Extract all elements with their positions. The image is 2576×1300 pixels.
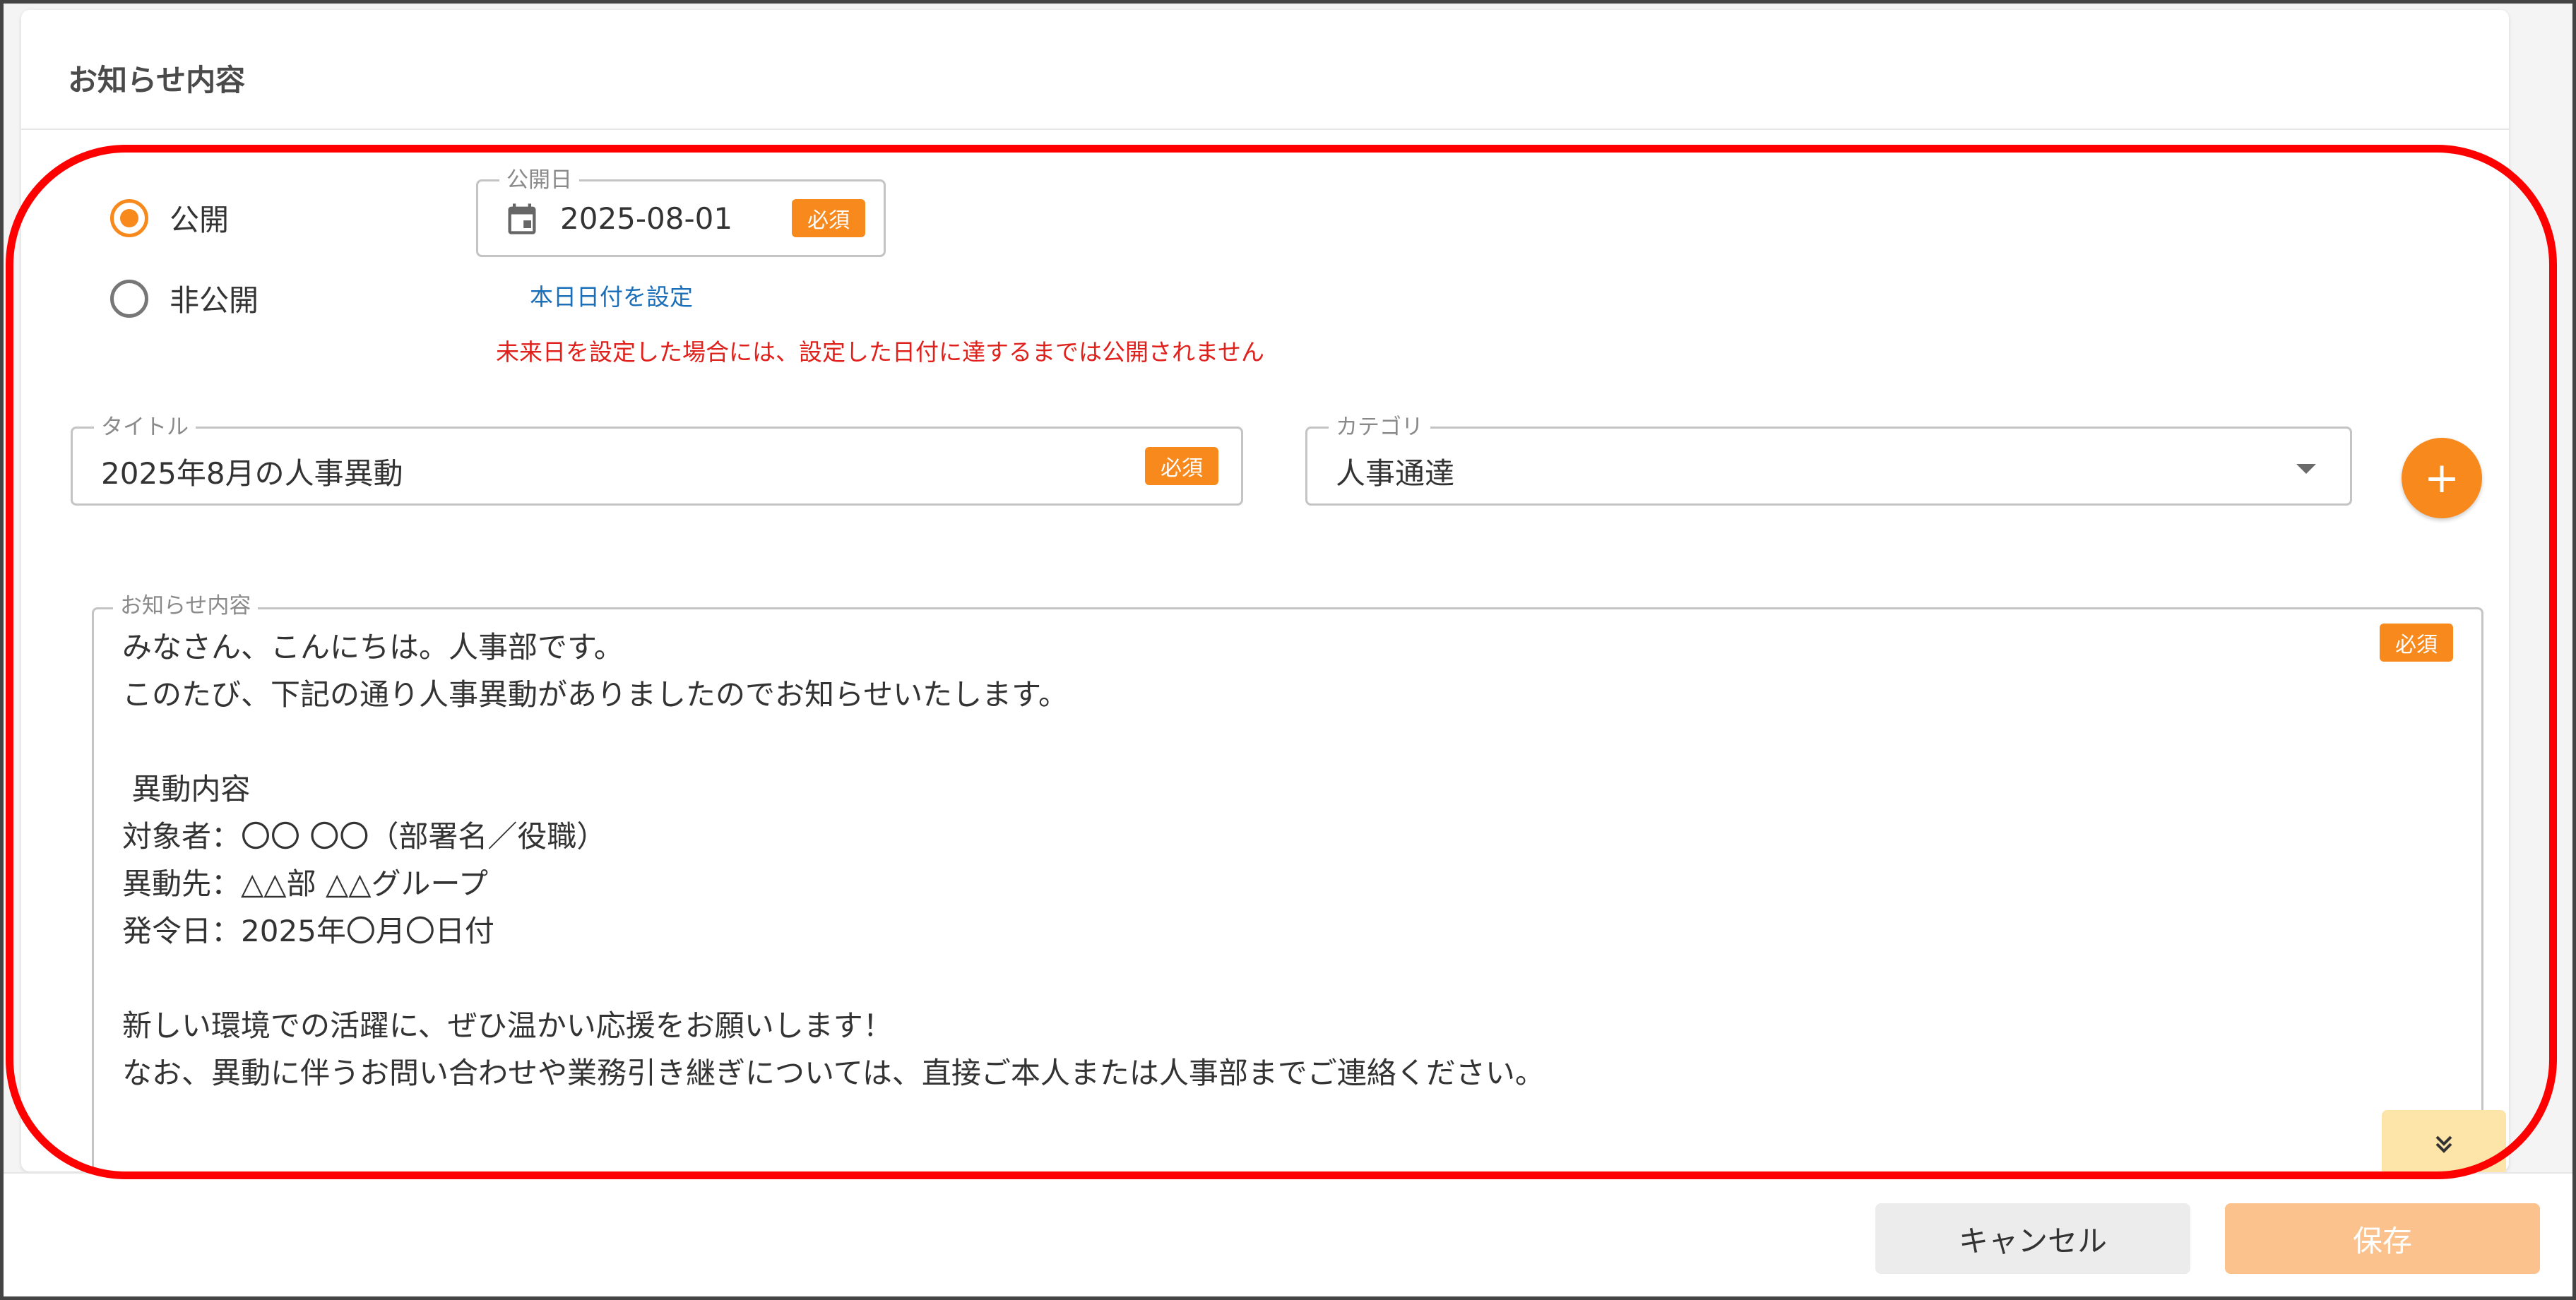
add-category-button[interactable]: + (2402, 438, 2482, 518)
publish-date-value: 2025-08-01 (560, 201, 733, 236)
content-textarea[interactable]: みなさん、こんにちは。人事部です。 このたび、下記の通り人事異動がありましたので… (92, 607, 2483, 1193)
content-label: お知らせ内容 (113, 593, 259, 619)
radio-private-label: 非公開 (170, 283, 259, 318)
radio-private[interactable]: 非公開 (110, 277, 259, 320)
title-field[interactable]: タイトル 2025年8月の人事異動 必須 (71, 415, 1243, 506)
category-value: 人事通達 (1336, 456, 1455, 491)
chevron-down-icon[interactable] (2296, 464, 2316, 474)
footer-bar: キャンセル 保存 (4, 1172, 2572, 1296)
title-input[interactable]: 2025年8月の人事異動 (101, 450, 403, 493)
calendar-icon[interactable] (504, 200, 540, 238)
category-select[interactable]: カテゴリ 人事通達 (1305, 415, 2352, 506)
future-date-warning: 未来日を設定した場合には、設定した日付に達するまでは公開されません (496, 338, 1265, 366)
radio-private-indicator[interactable] (110, 279, 148, 318)
required-badge: 必須 (792, 199, 865, 237)
notice-content-card: お知らせ内容 公開 非公開 公開日 2025-08-01 必須 本日日付を設定 … (21, 10, 2509, 1193)
expand-button[interactable] (2382, 1110, 2506, 1178)
publish-date-field[interactable]: 公開日 2025-08-01 必須 (476, 167, 886, 257)
required-badge: 必須 (1145, 447, 1218, 485)
title-label: タイトル (94, 415, 196, 440)
card-title: お知らせ内容 (68, 63, 246, 97)
radio-public-indicator[interactable] (110, 198, 148, 237)
set-today-link[interactable]: 本日日付を設定 (530, 278, 693, 312)
category-label: カテゴリ (1329, 415, 1430, 440)
required-badge: 必須 (2380, 624, 2453, 662)
radio-public-label: 公開 (170, 203, 230, 237)
content-text[interactable]: みなさん、こんにちは。人事部です。 このたび、下記の通り人事異動がありましたので… (122, 624, 1545, 1191)
save-button[interactable]: 保存 (2225, 1203, 2540, 1274)
publish-date-label: 公開日 (499, 167, 579, 193)
radio-public[interactable]: 公開 (110, 196, 229, 239)
double-chevron-down-icon (2435, 1135, 2452, 1153)
card-header: お知らせ内容 (21, 10, 2509, 130)
cancel-button[interactable]: キャンセル (1875, 1203, 2190, 1274)
